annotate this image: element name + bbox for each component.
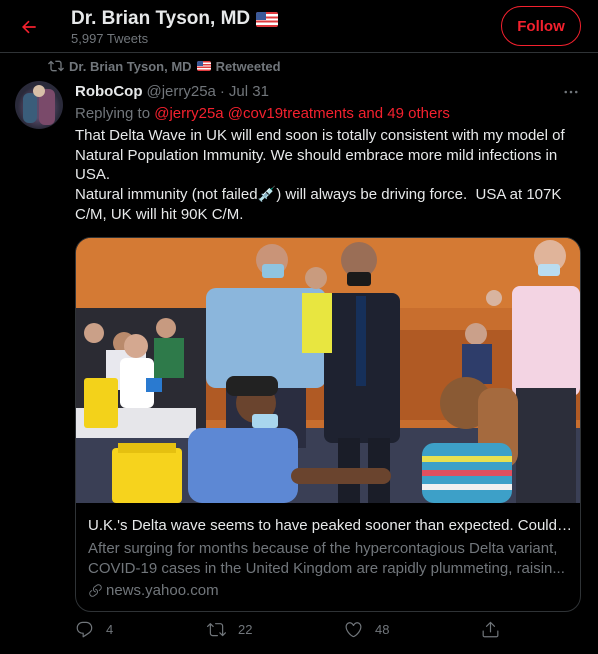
link-preview-card[interactable]: U.K.'s Delta wave seems to have peaked s… bbox=[75, 237, 581, 612]
article-photo bbox=[76, 238, 580, 503]
card-title: U.K.'s Delta wave seems to have peaked s… bbox=[88, 517, 572, 534]
like-action[interactable]: 48 bbox=[344, 620, 389, 639]
tweet-date[interactable]: Jul 31 bbox=[229, 83, 269, 100]
us-flag-icon bbox=[256, 11, 279, 27]
reply-action[interactable]: 4 bbox=[75, 620, 113, 639]
retweet-count: 22 bbox=[238, 622, 253, 637]
author-handle[interactable]: @jerry25a bbox=[146, 83, 215, 100]
us-flag-icon bbox=[196, 61, 211, 71]
back-button[interactable] bbox=[12, 10, 46, 44]
retweet-icon bbox=[207, 623, 226, 637]
link-icon bbox=[89, 584, 102, 597]
tweet-actions: 4 22 48 bbox=[75, 620, 505, 648]
reply-count: 4 bbox=[106, 622, 114, 637]
more-icon bbox=[564, 90, 578, 94]
profile-title: Dr. Brian Tyson, MD bbox=[71, 8, 279, 30]
replying-to: Replying to @jerry25a @cov19treatments a… bbox=[75, 105, 450, 122]
heart-icon bbox=[345, 622, 362, 638]
more-options-button[interactable] bbox=[560, 81, 582, 103]
reply-icon bbox=[76, 621, 93, 638]
retweet-banner: Dr. Brian Tyson, MD Retweeted bbox=[48, 58, 281, 74]
avatar-figure bbox=[23, 93, 37, 123]
like-count: 48 bbox=[375, 622, 390, 637]
card-domain: news.yahoo.com bbox=[88, 582, 572, 599]
card-description: After surging for months because of the … bbox=[88, 540, 565, 577]
share-action[interactable] bbox=[481, 620, 500, 639]
retweeted-label: Retweeted bbox=[215, 58, 281, 74]
replying-prefix: Replying to bbox=[75, 105, 151, 122]
retweeter-name[interactable]: Dr. Brian Tyson, MD bbox=[69, 59, 192, 74]
tweet-author: RoboCop @jerry25a · Jul 31 bbox=[75, 83, 269, 100]
tweet-count: 5,997 Tweets bbox=[71, 31, 149, 46]
avatar-figure bbox=[33, 85, 45, 97]
profile-header: Dr. Brian Tyson, MD 5,997 Tweets Follow bbox=[0, 0, 598, 53]
back-arrow-icon bbox=[22, 20, 36, 34]
retweet-action[interactable]: 22 bbox=[207, 620, 252, 639]
author-display-name[interactable]: RoboCop bbox=[75, 83, 142, 100]
separator: · bbox=[219, 83, 225, 100]
follow-button[interactable]: Follow bbox=[501, 6, 581, 46]
card-domain-text[interactable]: news.yahoo.com bbox=[106, 582, 219, 599]
avatar[interactable] bbox=[15, 81, 63, 129]
article-photo-illustration bbox=[76, 238, 580, 503]
retweet-icon bbox=[48, 60, 64, 72]
tweet-text: That Delta Wave in UK will end soon is t… bbox=[75, 127, 565, 223]
card-text: U.K.'s Delta wave seems to have peaked s… bbox=[88, 516, 572, 599]
replying-mentions[interactable]: @jerry25a @cov19treatments and 49 others bbox=[154, 105, 450, 122]
share-icon bbox=[482, 621, 499, 638]
profile-name: Dr. Brian Tyson, MD bbox=[71, 8, 251, 29]
